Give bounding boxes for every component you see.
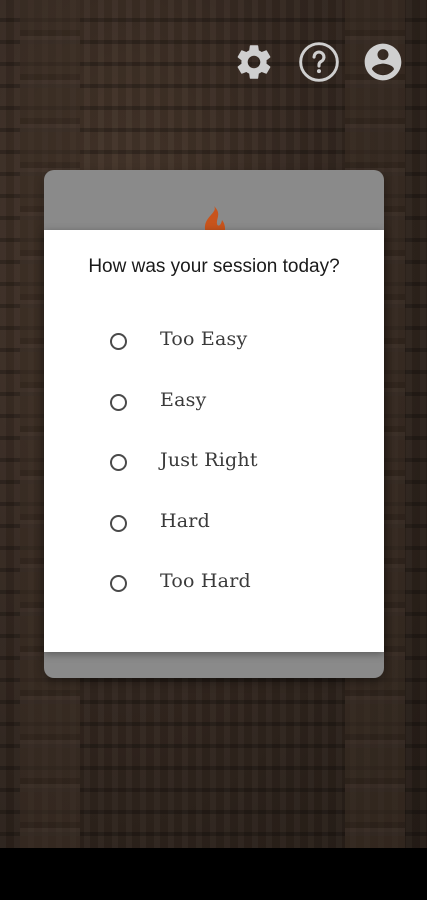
settings-button[interactable] (232, 40, 276, 84)
app-screen: How was your session today? Too Easy Eas… (0, 0, 427, 900)
option-label: Easy (160, 388, 207, 411)
account-circle-icon (364, 43, 402, 81)
radio-button[interactable] (110, 454, 127, 471)
option-label: Just Right (160, 449, 258, 471)
system-navigation-bar (0, 848, 427, 900)
option-just-right[interactable]: Just Right (44, 443, 384, 504)
radio-button[interactable] (110, 393, 127, 411)
account-button[interactable] (361, 40, 405, 84)
help-button[interactable] (297, 40, 341, 84)
radio-button[interactable] (110, 514, 127, 532)
gear-icon (237, 45, 271, 79)
option-too-easy[interactable]: Too Easy (44, 322, 384, 383)
help-circle-icon (299, 42, 339, 82)
option-label: Hard (160, 509, 210, 532)
option-hard[interactable]: Hard (44, 504, 384, 565)
radio-button[interactable] (110, 333, 127, 350)
option-label: Too Easy (160, 328, 248, 350)
option-too-hard[interactable]: Too Hard (44, 564, 384, 625)
dialog-title: How was your session today? (88, 256, 340, 277)
difficulty-options: Too Easy Easy Just Right Hard Too Hard (44, 322, 384, 625)
option-label: Too Hard (160, 570, 251, 592)
radio-button[interactable] (110, 575, 127, 592)
option-easy[interactable]: Easy (44, 383, 384, 444)
session-feedback-dialog: How was your session today? Too Easy Eas… (44, 230, 384, 652)
